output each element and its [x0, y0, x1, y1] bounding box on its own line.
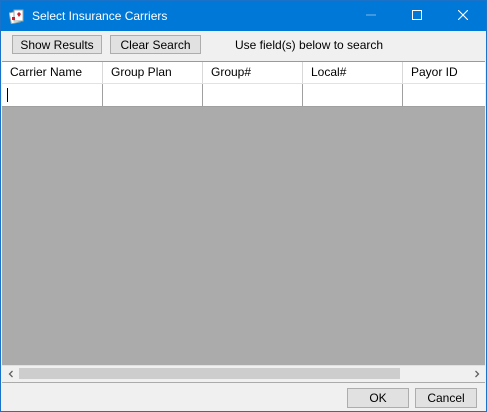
- column-header-payor-id[interactable]: Payor ID: [403, 62, 485, 83]
- dialog-window: Select Insurance Carriers Show Results C…: [0, 0, 487, 412]
- scroll-right-button[interactable]: [468, 366, 485, 382]
- grid-filter-row: [2, 83, 485, 107]
- filter-local-number-input[interactable]: [303, 84, 403, 107]
- minimize-button[interactable]: [348, 1, 394, 31]
- ok-button[interactable]: OK: [347, 388, 409, 408]
- filter-group-number-input[interactable]: [203, 84, 303, 107]
- filter-payor-id-input[interactable]: [403, 84, 485, 107]
- maximize-button[interactable]: [394, 1, 440, 31]
- column-header-group-number[interactable]: Group#: [203, 62, 303, 83]
- maximize-icon: [412, 9, 422, 23]
- close-icon: [457, 9, 469, 23]
- chevron-left-icon: [7, 367, 15, 381]
- app-cards-icon: [8, 8, 25, 25]
- search-hint-text: Use field(s) below to search: [235, 38, 384, 52]
- scrollbar-thumb[interactable]: [19, 368, 400, 379]
- carriers-grid[interactable]: Carrier Name Group Plan Group# Local# Pa…: [2, 61, 485, 383]
- filter-group-plan-input[interactable]: [103, 84, 203, 107]
- clear-search-button[interactable]: Clear Search: [110, 35, 201, 54]
- filter-carrier-name-input[interactable]: [2, 84, 103, 107]
- grid-header-row: Carrier Name Group Plan Group# Local# Pa…: [2, 62, 485, 83]
- cancel-button[interactable]: Cancel: [415, 388, 477, 408]
- window-title: Select Insurance Carriers: [32, 9, 168, 23]
- column-header-local-number[interactable]: Local#: [303, 62, 403, 83]
- scroll-left-button[interactable]: [2, 366, 19, 382]
- title-bar[interactable]: Select Insurance Carriers: [1, 1, 486, 31]
- chevron-right-icon: [473, 367, 481, 381]
- show-results-button[interactable]: Show Results: [12, 35, 102, 54]
- minimize-icon: [366, 9, 376, 23]
- text-caret: [7, 88, 8, 102]
- column-header-carrier-name[interactable]: Carrier Name: [2, 62, 103, 83]
- horizontal-scrollbar[interactable]: [2, 365, 485, 382]
- column-header-group-plan[interactable]: Group Plan: [103, 62, 203, 83]
- close-button[interactable]: [440, 1, 486, 31]
